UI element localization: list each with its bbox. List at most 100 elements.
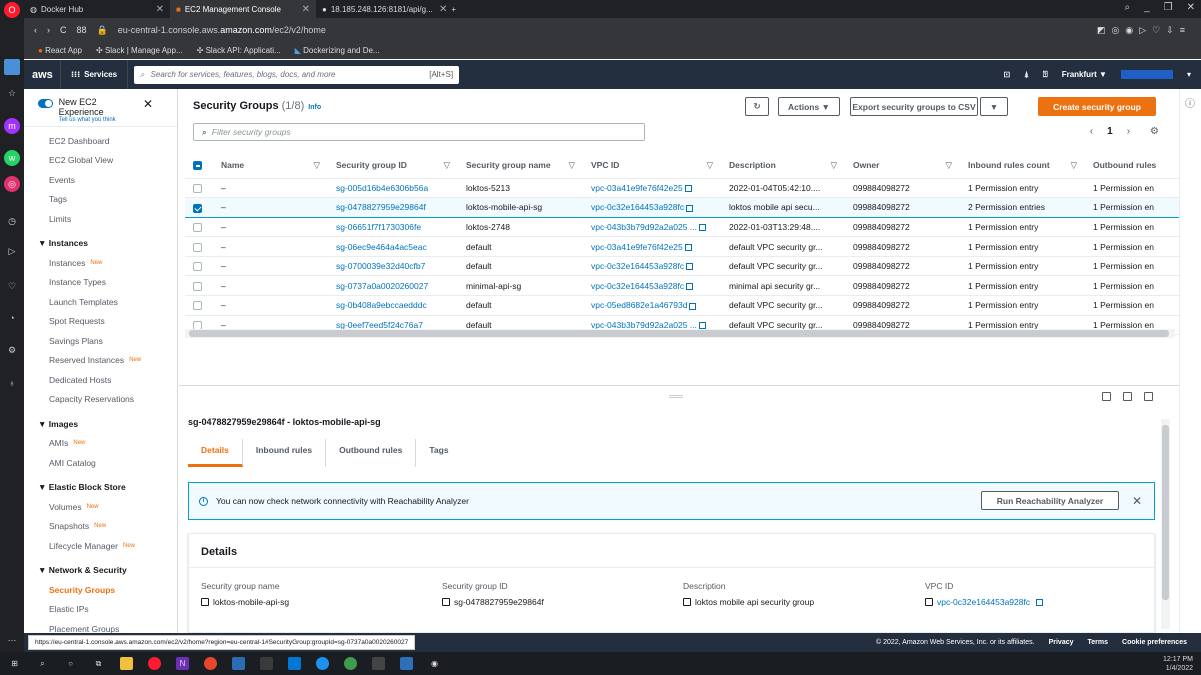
- sidebar-section[interactable]: ▼ Network & Security: [24, 561, 177, 581]
- col-description[interactable]: Description ▽: [721, 153, 845, 179]
- heart-icon[interactable]: ♡: [4, 278, 20, 294]
- chrome-icon[interactable]: [344, 657, 357, 670]
- copy-icon[interactable]: [925, 598, 933, 606]
- opera-logo-icon[interactable]: O: [4, 2, 20, 18]
- system-clock[interactable]: 12:17 PM 1/4/2022: [1163, 655, 1201, 673]
- vscode-icon[interactable]: [232, 657, 245, 670]
- tab-tags[interactable]: Tags: [416, 439, 461, 467]
- table-row[interactable]: – sg-0b408a9ebccaedddc default vpc-05ed8…: [185, 295, 1195, 316]
- new-tab-icon[interactable]: +: [451, 5, 456, 14]
- sidebar-item[interactable]: Savings Plans: [24, 331, 177, 351]
- sgid-link[interactable]: sg-0478827959e29864f: [328, 197, 458, 218]
- toggle-switch[interactable]: [38, 99, 53, 108]
- sidebar-item[interactable]: AMIs New: [24, 434, 177, 454]
- row-checkbox[interactable]: [185, 275, 213, 297]
- next-page-icon[interactable]: ›: [1127, 126, 1130, 137]
- filter-input[interactable]: ⌕ Filter security groups: [193, 123, 645, 141]
- row-checkbox[interactable]: [185, 197, 213, 218]
- speed-dial-count[interactable]: 88: [77, 25, 87, 35]
- sidebar-item[interactable]: EC2 Dashboard: [24, 131, 177, 151]
- file-explorer-icon[interactable]: [120, 657, 133, 670]
- sidebar-item[interactable]: Security Groups: [24, 580, 177, 600]
- tab-outbound-rules[interactable]: Outbound rules: [326, 439, 417, 467]
- restore-icon[interactable]: ❐: [1164, 2, 1173, 13]
- cloudshell-icon[interactable]: ⊡: [1003, 70, 1010, 79]
- sidebar-section[interactable]: ▼ Instances: [24, 234, 177, 254]
- bookmark-dockerizing[interactable]: ◣ Dockerizing and De...: [295, 46, 380, 55]
- app-icon[interactable]: [260, 657, 273, 670]
- sidebar-item[interactable]: Instance Types: [24, 273, 177, 293]
- sgid-link[interactable]: sg-0737a0a0020260027: [328, 275, 458, 297]
- layout-full-icon[interactable]: [1144, 392, 1153, 401]
- forward-icon[interactable]: ›: [47, 25, 50, 35]
- table-row[interactable]: – sg-06ec9e464a4ac5eac default vpc-03a41…: [185, 236, 1195, 257]
- sidebar-item[interactable]: Events: [24, 170, 177, 190]
- services-menu[interactable]: ⁝⁝⁝ Services: [60, 60, 129, 89]
- back-icon[interactable]: ‹: [34, 25, 37, 35]
- info-icon[interactable]: ⓘ: [1185, 95, 1195, 110]
- settings-icon[interactable]: ⚙: [4, 342, 20, 358]
- postman-icon[interactable]: [204, 657, 217, 670]
- minimize-icon[interactable]: _: [1144, 2, 1150, 13]
- search-icon[interactable]: ⌕: [1124, 2, 1130, 13]
- col-sgname[interactable]: Security group name ▽: [458, 153, 583, 179]
- sidebar-item[interactable]: Launch Templates: [24, 292, 177, 312]
- sidebar-item[interactable]: Placement Groups: [24, 619, 177, 633]
- bell-icon[interactable]: ⍋: [1024, 70, 1029, 80]
- more-icon[interactable]: …: [4, 630, 20, 646]
- sidebar-item[interactable]: Spot Requests: [24, 312, 177, 332]
- privacy-link[interactable]: Privacy: [1049, 639, 1074, 646]
- close-window-icon[interactable]: ✕: [1187, 2, 1195, 13]
- github-icon[interactable]: ◉: [428, 657, 441, 670]
- sgid-link[interactable]: sg-005d16b4e6306b56a: [328, 178, 458, 199]
- sgid-link[interactable]: sg-06ec9e464a4ac5eac: [328, 236, 458, 257]
- vpc-link[interactable]: vpc-05ed8682e1a46793d: [583, 295, 721, 316]
- row-checkbox[interactable]: [185, 256, 213, 277]
- table-row[interactable]: – sg-06651f7f1730306fe loktos-2748 vpc-0…: [185, 217, 1195, 238]
- table-row[interactable]: – sg-005d16b4e6306b56a loktos-5213 vpc-0…: [185, 178, 1195, 199]
- sidebar-section[interactable]: ▼ Elastic Block Store: [24, 478, 177, 498]
- row-checkbox[interactable]: [185, 178, 213, 199]
- row-checkbox[interactable]: [185, 217, 213, 238]
- table-row[interactable]: – sg-0478827959e29864f loktos-mobile-api…: [185, 197, 1195, 218]
- instagram-icon[interactable]: ◎: [4, 176, 20, 192]
- col-sgid[interactable]: Security group ID ▽: [328, 153, 458, 179]
- search-icon[interactable]: ⌕: [36, 657, 49, 670]
- copy-icon[interactable]: [201, 598, 209, 606]
- vertical-scrollbar[interactable]: [1161, 419, 1170, 629]
- col-inbound[interactable]: Inbound rules count ▽: [960, 153, 1085, 179]
- sidebar-item[interactable]: EC2 Global View: [24, 151, 177, 171]
- sidebar-item[interactable]: Lifecycle Manager New: [24, 536, 177, 556]
- select-all-checkbox[interactable]: [185, 153, 213, 179]
- sidebar-item[interactable]: Elastic IPs: [24, 600, 177, 620]
- sidebar-item[interactable]: AMI Catalog: [24, 453, 177, 473]
- help-icon[interactable]: ⍰: [1043, 70, 1048, 80]
- col-name[interactable]: Name ▽: [213, 153, 328, 179]
- close-icon[interactable]: ✕: [302, 4, 310, 15]
- export-csv-button[interactable]: Export security groups to CSV: [850, 97, 978, 116]
- sidebar-item[interactable]: Dedicated Hosts: [24, 370, 177, 390]
- create-security-group-button[interactable]: Create security group: [1038, 97, 1156, 116]
- aws-logo[interactable]: aws: [32, 69, 60, 81]
- split-divider[interactable]: [179, 385, 1179, 386]
- close-icon[interactable]: ✕: [143, 97, 153, 111]
- close-icon[interactable]: ✕: [439, 4, 447, 15]
- sidebar-item[interactable]: Capacity Reservations: [24, 390, 177, 410]
- account-menu[interactable]: [1120, 70, 1173, 79]
- table-row[interactable]: – sg-0700039e32d40cfb7 default vpc-0c32e…: [185, 256, 1195, 277]
- row-checkbox[interactable]: [185, 236, 213, 257]
- sidebar-item[interactable]: Limits: [24, 209, 177, 229]
- player-icon[interactable]: ▷: [4, 243, 20, 259]
- sidebar-section[interactable]: ▼ Images: [24, 414, 177, 434]
- vpc-link[interactable]: vpc-0c32e164453a928fc: [937, 597, 1030, 607]
- layout-side-icon[interactable]: [1123, 392, 1132, 401]
- col-owner[interactable]: Owner ▽: [845, 153, 960, 179]
- vpc-link[interactable]: vpc-0c32e164453a928fc: [583, 197, 721, 218]
- cookie-preferences-link[interactable]: Cookie preferences: [1122, 639, 1187, 646]
- extensions-icon[interactable]: ◩◎◉▷♡⇩≡: [1097, 25, 1191, 36]
- sgid-link[interactable]: sg-06651f7f1730306fe: [328, 217, 458, 238]
- feedback-link[interactable]: Tell us what you think: [59, 117, 137, 123]
- sgid-link[interactable]: sg-0700039e32d40cfb7: [328, 256, 458, 277]
- star-icon[interactable]: ☆: [4, 85, 20, 101]
- reload-icon[interactable]: C: [60, 25, 67, 35]
